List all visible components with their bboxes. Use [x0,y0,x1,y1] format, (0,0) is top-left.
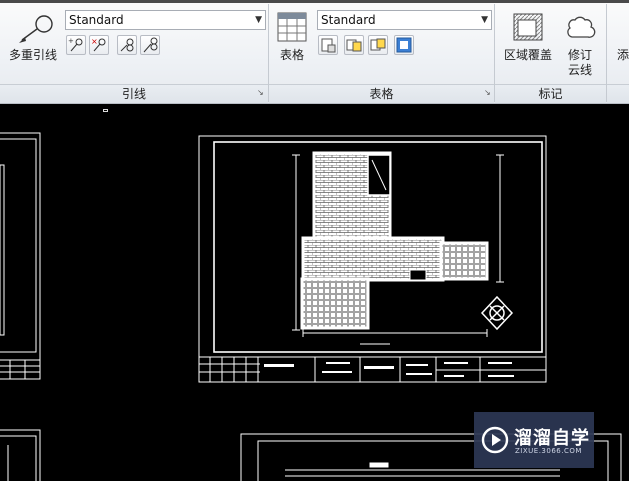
play-logo-icon [481,426,509,454]
north-arrow [480,295,514,331]
chevron-down-icon: ▼ [255,15,262,25]
data-link-button[interactable] [344,35,364,55]
upload-source-icon [396,37,412,53]
collect-leader-button[interactable] [140,35,160,55]
wipeout-icon [513,13,543,41]
overflow-button[interactable]: 添 [616,48,629,63]
wipeout-label: 区域覆盖 [503,48,552,62]
add-leader-icon: + [68,37,83,52]
table-label: 表格 [279,48,304,62]
left-bottom-sheet [0,429,41,481]
table-style-combo[interactable]: Standard ▼ [317,10,492,30]
multileader-button[interactable]: 多重引线 [4,6,60,80]
add-leader-button[interactable]: + [66,35,86,55]
upload-to-source-button[interactable] [394,35,414,55]
floor-plan [300,151,489,330]
revision-cloud-button[interactable]: 修订云线 [560,8,600,80]
download-source-icon [370,38,386,51]
markup-panel-title[interactable]: 标记 [495,84,606,103]
table-button[interactable]: 表格 [274,8,310,68]
wipeout-button[interactable]: 区域覆盖 [500,8,556,68]
extract-data-button[interactable] [318,35,338,55]
leader-panel-launcher-icon[interactable]: ↘ [257,88,264,97]
ribbon: 多重引线 Standard ▼ + × 引线 ↘ 表格 Standard ▼ 表… [0,0,629,104]
left-sheet [0,132,41,380]
overflow-panel-title [607,84,629,103]
remove-leader-button[interactable]: × [89,35,109,55]
canvas-grip [103,109,108,112]
download-from-source-button[interactable] [368,35,388,55]
chevron-down-icon: ▼ [481,15,488,25]
align-leader-button[interactable] [117,35,137,55]
table-style-value: Standard [321,13,376,27]
extract-data-icon [321,38,336,53]
align-leader-icon [120,38,134,52]
collect-leader-icon [143,37,158,53]
svg-text:+: + [68,37,74,45]
multileader-icon [19,15,53,43]
leader-style-value: Standard [69,13,124,27]
leader-panel-title[interactable]: 引线 [0,84,268,103]
svg-text:×: × [91,37,98,46]
revision-cloud-icon [567,16,596,38]
watermark-url: ZIXUE.3066.COM [515,447,582,455]
table-panel-title[interactable]: 表格 [269,84,494,103]
remove-leader-icon: × [91,37,106,52]
multileader-label: 多重引线 [8,48,57,62]
table-panel-launcher-icon[interactable]: ↘ [484,88,491,97]
table-icon [277,12,307,42]
data-link-icon [346,39,362,52]
leader-style-combo[interactable]: Standard ▼ [65,10,266,30]
revision-cloud-label: 修订云线 [567,48,592,77]
watermark: 溜溜自学 ZIXUE.3066.COM [474,412,594,468]
ribbon-top-border [0,0,629,3]
